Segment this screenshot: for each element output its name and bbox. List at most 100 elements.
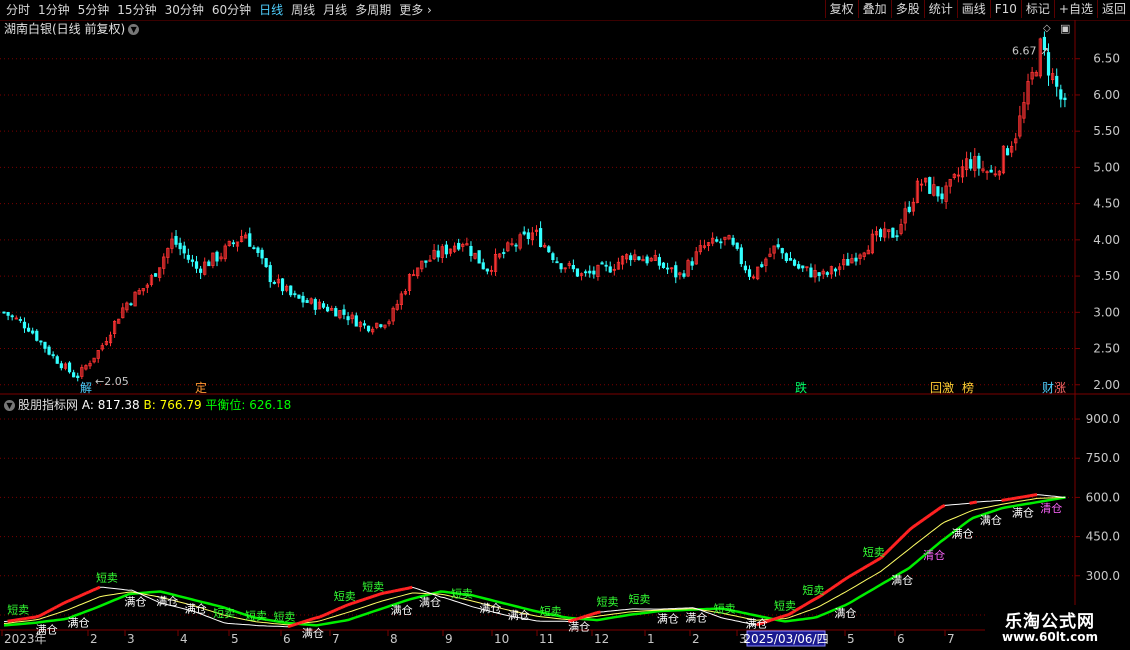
- price-low-label: ←2.05: [95, 375, 129, 388]
- rising-segment: [394, 588, 399, 593]
- candle-body: [252, 247, 256, 250]
- candle-body: [1038, 38, 1042, 77]
- date-tick-label: 5: [231, 632, 239, 646]
- candle-body: [461, 243, 465, 247]
- rising-segment: [777, 615, 782, 620]
- date-tick-label: 4: [795, 632, 803, 646]
- rising-segment: [1015, 496, 1020, 500]
- tab-1min[interactable]: 1分钟: [34, 0, 74, 20]
- date-tick-label: 4: [180, 632, 188, 646]
- rising-segment: [575, 616, 580, 621]
- price-tick-label: 5.00: [1093, 160, 1120, 174]
- rising-segment: [351, 600, 356, 605]
- candle-body: [448, 248, 453, 254]
- rising-segment: [890, 542, 897, 549]
- candle-body: [227, 240, 231, 246]
- rising-segment: [585, 613, 591, 618]
- candle-body: [502, 252, 506, 254]
- rising-segment: [915, 520, 921, 526]
- tab-fenshi[interactable]: 分时: [2, 0, 34, 20]
- candle-body: [1051, 73, 1055, 81]
- candle-body: [608, 266, 612, 273]
- rising-segment: [10, 618, 15, 623]
- signal-label: 短卖: [213, 606, 235, 620]
- tab-60min[interactable]: 60分钟: [208, 0, 255, 20]
- rising-segment: [901, 532, 907, 539]
- candle-body: [10, 315, 14, 318]
- price-tick-label: 3.50: [1093, 269, 1120, 283]
- balance-line: [3, 496, 1066, 627]
- rising-segment: [60, 601, 66, 607]
- indicator-header[interactable]: ▼ 股朋指标网 A: 817.38 B: 766.79 平衡位: 626.18: [4, 398, 291, 413]
- candle-body: [522, 231, 526, 235]
- draw-line-button[interactable]: 画线: [956, 0, 990, 18]
- restore-rights-button[interactable]: 复权: [824, 0, 858, 18]
- chart-title[interactable]: 湖南白银(日线 前复权) ▼: [4, 21, 140, 37]
- candle-body: [31, 330, 35, 334]
- f10-button[interactable]: F10: [989, 0, 1021, 18]
- statistics-button[interactable]: 统计: [923, 0, 957, 18]
- overlay-button[interactable]: 叠加: [857, 0, 891, 18]
- rising-segment: [596, 610, 601, 615]
- rising-segment: [340, 604, 346, 610]
- window-toggle-icon[interactable]: ▣: [1060, 22, 1070, 35]
- candle-body: [563, 267, 567, 270]
- rising-segment: [14, 618, 19, 622]
- chevron-down-icon[interactable]: ▼: [4, 400, 15, 411]
- candle-body: [797, 264, 801, 269]
- candle-body: [289, 285, 293, 296]
- add-watchlist-button[interactable]: +自选: [1053, 0, 1097, 18]
- signal-label: 满仓: [479, 601, 501, 615]
- candle-body: [940, 193, 944, 200]
- tab-5min[interactable]: 5分钟: [74, 0, 114, 20]
- candle-body: [428, 259, 432, 262]
- candle-body: [194, 261, 199, 269]
- candle-body: [444, 244, 448, 255]
- multi-stock-button[interactable]: 多股: [890, 0, 924, 18]
- date-tick-label: 9: [445, 632, 453, 646]
- rising-segment: [28, 616, 33, 620]
- candle-body: [694, 251, 698, 265]
- tab-monthly[interactable]: 月线: [319, 0, 351, 20]
- candle-body: [309, 298, 313, 304]
- watermark-title: 乐淘公式网: [1005, 612, 1095, 632]
- tab-30min[interactable]: 30分钟: [161, 0, 208, 20]
- rising-segment: [823, 589, 829, 595]
- price-tick-label: 4.00: [1093, 233, 1120, 247]
- date-tick-label: 8: [390, 632, 398, 646]
- rising-segment: [390, 589, 395, 594]
- event-marker: 定: [195, 380, 207, 395]
- candle-body: [985, 171, 989, 174]
- rising-segment: [936, 505, 943, 511]
- tab-more[interactable]: 更多 ›: [395, 0, 436, 20]
- rising-segment: [791, 609, 797, 614]
- tab-daily[interactable]: 日线: [255, 0, 287, 20]
- candle-body: [203, 261, 207, 275]
- price-high-label: 6.67 ↗: [1012, 44, 1049, 57]
- candle-body: [6, 311, 10, 316]
- signal-label: 短卖: [362, 579, 384, 593]
- candle-body: [850, 258, 854, 264]
- back-button[interactable]: 返回: [1096, 0, 1130, 18]
- tab-multi-period[interactable]: 多周期: [351, 0, 395, 20]
- tab-15min[interactable]: 15分钟: [113, 0, 160, 20]
- diamond-icon[interactable]: ◇: [1043, 23, 1051, 34]
- candle-body: [723, 236, 727, 240]
- rising-segment: [376, 592, 381, 597]
- mark-button[interactable]: 标记: [1020, 0, 1054, 18]
- rising-segment: [379, 591, 385, 596]
- price-tick-label: 5.50: [1093, 124, 1120, 138]
- candle-body: [649, 257, 653, 262]
- rising-segment: [893, 539, 900, 546]
- tab-weekly[interactable]: 周线: [287, 0, 319, 20]
- chevron-down-icon[interactable]: ▼: [128, 24, 140, 35]
- signal-label: 满仓: [568, 620, 590, 634]
- candle-body: [412, 274, 416, 276]
- candle-body: [280, 278, 285, 292]
- date-tick-label: 6: [897, 632, 905, 646]
- signal-label: 满仓: [1012, 506, 1034, 520]
- rising-segment: [763, 619, 768, 624]
- chart-canvas[interactable]: 6.50 6.00 5.50 5.00 4.50 4.00 3.50 3.00 2.50 2.00…: [0, 0, 1130, 650]
- rising-segment: [798, 604, 804, 610]
- candle-body: [362, 323, 367, 326]
